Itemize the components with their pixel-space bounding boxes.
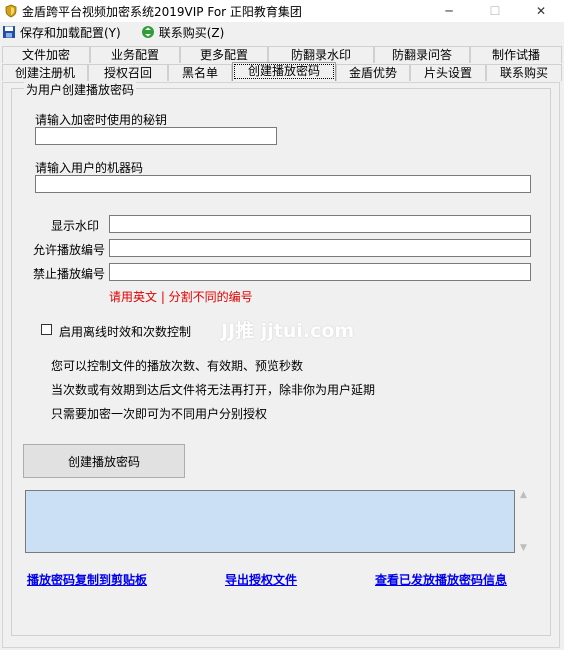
tab-blacklist[interactable]: 黑名单 [168, 64, 232, 81]
tab-more-config[interactable]: 更多配置 [180, 46, 268, 63]
scroll-down-icon[interactable]: ▼ [520, 543, 527, 553]
scroll-up-icon[interactable]: ▲ [520, 490, 527, 500]
info-line-1: 您可以控制文件的播放次数、有效期、预览秒数 [51, 359, 304, 373]
output-scrollbar[interactable]: ▲ ▼ [515, 490, 532, 553]
recycle-globe-icon [141, 26, 154, 38]
close-icon: ✕ [535, 4, 547, 18]
tab-anti-record-qa[interactable]: 防翻录问答 [374, 46, 470, 63]
allow-play-label: 允许播放编号 [33, 243, 106, 257]
app-shield-icon [5, 4, 17, 18]
maximize-icon: ☐ [489, 4, 501, 18]
close-button[interactable]: ✕ [518, 0, 564, 22]
window-title: 金盾跨平台视频加密系统2019VIP For 正阳教育集团 [22, 4, 302, 19]
tab-intro-settings[interactable]: 片头设置 [410, 64, 486, 81]
group-legend: 为用户创建播放密码 [24, 81, 137, 98]
info-line-2: 当次数或有效期到达后文件将无法再打开，除非你为用户延期 [51, 383, 376, 397]
menu-save-config-label: 保存和加载配置(Y) [20, 25, 121, 40]
minimize-icon: ─ [445, 4, 453, 18]
machine-code-input[interactable] [35, 175, 531, 193]
separator-hint: 请用英文 | 分割不同的编号 [109, 290, 253, 304]
tab-panel: 为用户创建播放密码 请输入加密时使用的秘钥 请输入用户的机器码 显示水印 允许播… [2, 81, 560, 648]
tab-create-keygen[interactable]: 创建注册机 [2, 64, 88, 81]
view-issued-passwords-link[interactable]: 查看已发放播放密码信息 [375, 571, 507, 588]
watermark-label: 显示水印 [51, 219, 100, 233]
info-line-3: 只需要加密一次即可为不同用户分别授权 [51, 407, 268, 421]
tab-row-2: 创建注册机 授权召回 黑名单 创建播放密码 金盾优势 片头设置 联系购买 [0, 62, 564, 82]
tab-contact-buy[interactable]: 联系购买 [486, 64, 562, 81]
menu-buy[interactable]: 联系购买(Z) [139, 22, 231, 42]
menu-bar: 保存和加载配置(Y) 联系购买(Z) [0, 22, 564, 42]
offline-control-label[interactable]: 启用离线时效和次数控制 [59, 323, 191, 340]
menu-save-config[interactable]: 保存和加载配置(Y) [0, 22, 127, 42]
allow-play-input[interactable] [109, 239, 531, 257]
secret-key-input[interactable] [35, 127, 277, 145]
tab-anti-record-watermark[interactable]: 防翻录水印 [268, 46, 374, 63]
floppy-disk-icon [3, 26, 15, 38]
forbid-play-label: 禁止播放编号 [33, 267, 106, 281]
play-password-output[interactable] [25, 490, 515, 553]
tab-create-play-password[interactable]: 创建播放密码 [232, 62, 336, 81]
copy-to-clipboard-link[interactable]: 播放密码复制到剪贴板 [27, 571, 147, 588]
maximize-button: ☐ [472, 0, 518, 22]
watermark-input[interactable] [109, 215, 531, 233]
offline-control-checkbox[interactable] [41, 324, 52, 335]
tab-business-config[interactable]: 业务配置 [90, 46, 180, 63]
minimize-button[interactable]: ─ [426, 0, 472, 22]
tab-strip: 文件加密 业务配置 更多配置 防翻录水印 防翻录问答 制作试播 创建注册机 授权… [0, 44, 564, 84]
tab-file-encrypt[interactable]: 文件加密 [2, 46, 90, 63]
secret-key-label: 请输入加密时使用的秘钥 [35, 113, 168, 127]
title-bar: 金盾跨平台视频加密系统2019VIP For 正阳教育集团 ─ ☐ ✕ [0, 0, 564, 22]
forbid-play-input[interactable] [109, 263, 531, 281]
tab-auth-recall[interactable]: 授权召回 [88, 64, 168, 81]
site-watermark: JJ推 jjtui.com [221, 320, 355, 342]
export-auth-file-link[interactable]: 导出授权文件 [225, 571, 297, 588]
tab-make-trial[interactable]: 制作试播 [470, 46, 562, 63]
machine-code-label: 请输入用户的机器码 [35, 161, 144, 175]
create-play-password-button[interactable]: 创建播放密码 [23, 444, 185, 478]
menu-buy-label: 联系购买(Z) [158, 25, 225, 40]
tab-jindun-advantage[interactable]: 金盾优势 [336, 64, 410, 81]
